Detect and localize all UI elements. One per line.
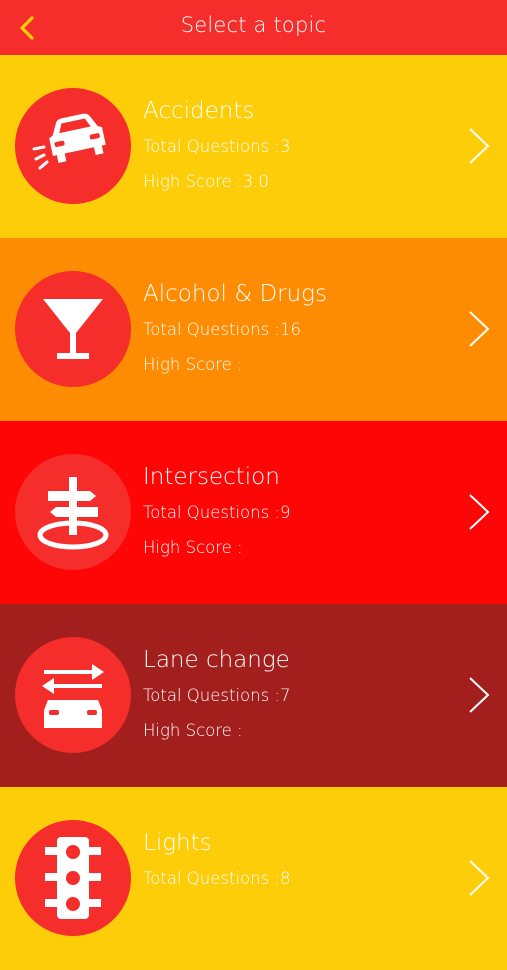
topic-total-questions: Total Questions :16	[143, 320, 301, 339]
topic-name: Alcohol & Drugs	[143, 281, 327, 307]
topic-alcohol-drugs[interactable]: Alcohol & Drugs Total Questions :16 High…	[0, 238, 507, 421]
topic-high-score: High Score :	[143, 538, 243, 557]
topic-icon-circle	[15, 271, 131, 387]
topic-total-questions: Total Questions :9	[143, 503, 291, 522]
chevron-right-icon	[469, 311, 490, 347]
topic-name: Lights	[143, 830, 212, 856]
topic-high-score: High Score :	[143, 721, 243, 740]
cocktail-glass-icon	[43, 299, 103, 359]
topic-icon-circle	[15, 88, 131, 204]
topic-total-questions: Total Questions :3	[143, 137, 291, 156]
topic-intersection[interactable]: Intersection Total Questions :9 High Sco…	[0, 421, 507, 604]
topic-high-score: High Score :3.0	[143, 172, 269, 191]
page-title: Select a topic	[180, 13, 327, 37]
topic-name: Lane change	[143, 647, 290, 673]
chevron-right-icon	[469, 860, 490, 896]
topic-lane-change[interactable]: Lane change Total Questions :7 High Scor…	[0, 604, 507, 787]
topic-accidents[interactable]: Accidents Total Questions :3 High Score …	[0, 55, 507, 238]
top-bar: Select a topic	[0, 0, 507, 55]
topic-total-questions: Total Questions :8	[143, 869, 291, 888]
topic-icon-circle	[15, 454, 131, 570]
car-crash-icon	[32, 113, 106, 170]
lane-change-icon	[42, 664, 104, 728]
traffic-light-icon	[45, 837, 101, 919]
topic-icon-circle	[15, 820, 131, 936]
topic-name: Accidents	[143, 98, 255, 124]
topic-total-questions: Total Questions :7	[143, 686, 291, 705]
signpost-icon	[37, 477, 109, 550]
chevron-right-icon	[469, 128, 490, 164]
topic-icon-circle	[15, 637, 131, 753]
topic-high-score: High Score :	[143, 355, 243, 374]
chevron-right-icon	[469, 494, 490, 530]
topic-lights[interactable]: Lights Total Questions :8	[0, 787, 507, 970]
chevron-right-icon	[469, 677, 490, 713]
topic-name: Intersection	[143, 464, 280, 490]
